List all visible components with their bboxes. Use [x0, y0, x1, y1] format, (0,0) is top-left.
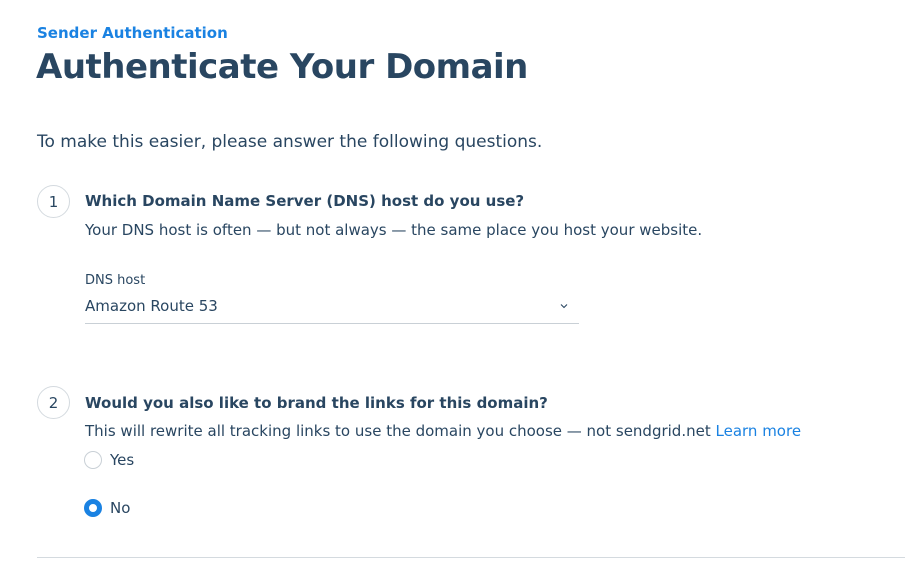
page: Sender Authentication Authenticate Your …: [0, 0, 905, 574]
step-number-badge: 2: [37, 386, 70, 419]
radio-label-no: No: [110, 499, 131, 517]
breadcrumb-sender-authentication[interactable]: Sender Authentication: [37, 24, 228, 42]
step-number-badge: 1: [37, 185, 70, 218]
radio-label-yes: Yes: [110, 451, 135, 469]
chevron-down-icon: [560, 304, 568, 309]
step-question: Which Domain Name Server (DNS) host do y…: [85, 192, 525, 210]
dns-host-select[interactable]: Amazon Route 53: [85, 295, 579, 324]
learn-more-link[interactable]: Learn more: [716, 422, 802, 440]
step-question: Would you also like to brand the links f…: [85, 394, 548, 412]
page-title: Authenticate Your Domain: [36, 47, 528, 87]
dns-host-select-value: Amazon Route 53: [85, 297, 218, 315]
divider: [37, 557, 905, 558]
step-description: Your DNS host is often — but not always …: [85, 221, 703, 239]
radio-option-no[interactable]: No: [84, 499, 130, 517]
radio-button-checked[interactable]: [84, 499, 102, 517]
intro-text: To make this easier, please answer the f…: [37, 132, 543, 152]
radio-button-unchecked[interactable]: [84, 451, 102, 469]
step-description: This will rewrite all tracking links to …: [85, 422, 801, 440]
step-description-text: This will rewrite all tracking links to …: [85, 422, 711, 440]
radio-option-yes[interactable]: Yes: [84, 451, 134, 469]
dns-host-label: DNS host: [85, 273, 146, 288]
